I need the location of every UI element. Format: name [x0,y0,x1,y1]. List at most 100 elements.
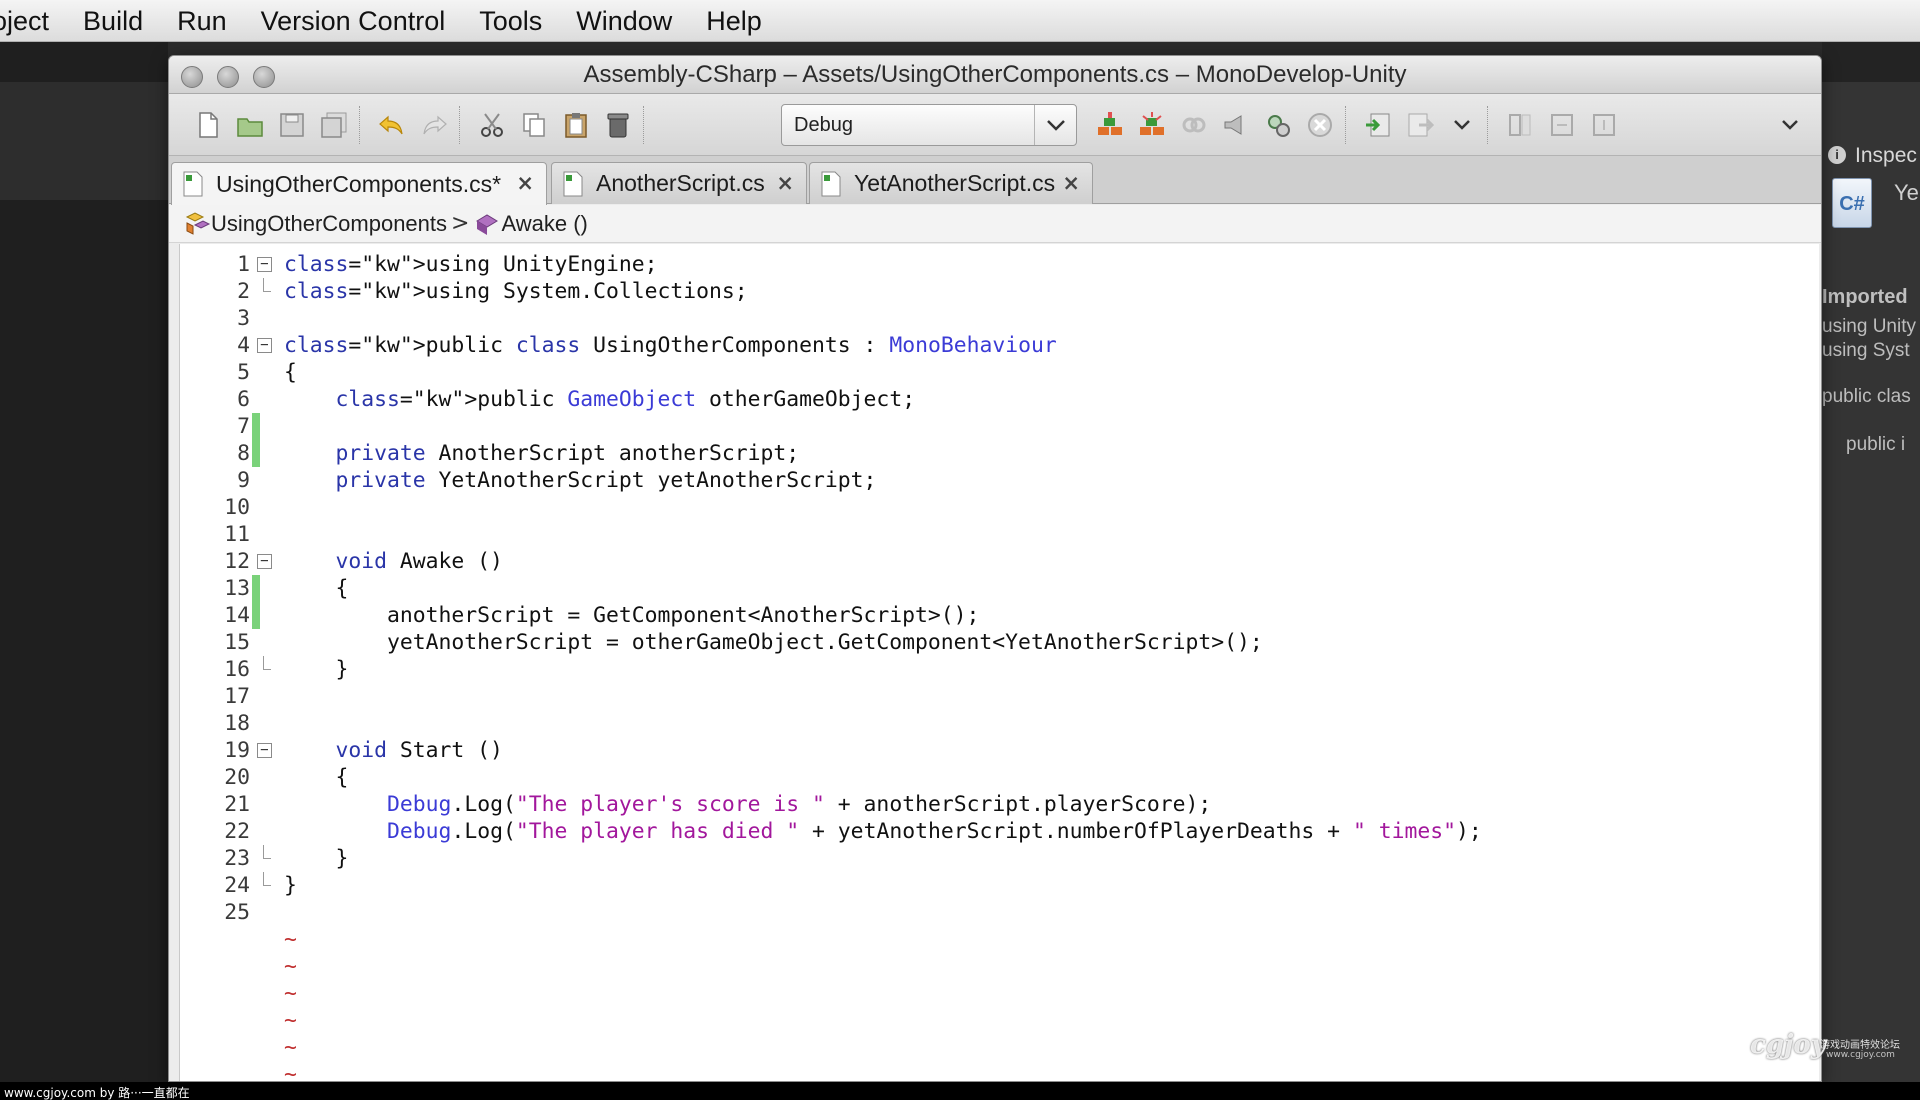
breadcrumb-class[interactable]: UsingOtherComponents [211,211,447,237]
fold-collapse-icon[interactable]: − [257,743,272,758]
menu-help[interactable]: Help [689,0,779,42]
code-line[interactable]: 9 private YetAnotherScript yetAnotherScr… [180,467,1819,494]
inspector-info-icon: i [1828,146,1846,164]
code-line[interactable]: 5{ [180,359,1819,386]
code-line[interactable]: 16 } [180,656,1819,683]
code-line[interactable]: 4− class="kw">public class UsingOtherComp… [180,332,1819,359]
code-line[interactable]: 2 class="kw">using System.Collections; [180,278,1819,305]
tilde-marker: ~ [284,954,297,979]
step-into-button[interactable] [1361,108,1395,142]
code-line[interactable]: 13 { [180,575,1819,602]
tab-yetanotherscript[interactable]: YetAnotherScript.cs × [809,162,1093,204]
code-line[interactable]: 1− class="kw">using UnityEngine; [180,251,1819,278]
save-all-button[interactable] [317,108,351,142]
code-line[interactable]: 23 } [180,845,1819,872]
chevron-down-icon[interactable] [1034,105,1076,145]
rebuild-button[interactable] [1135,108,1169,142]
fold-collapse-icon[interactable]: − [257,338,272,353]
tab-label: UsingOtherComponents.cs* [216,170,502,197]
attach-debugger-button[interactable] [1177,108,1211,142]
empty-line-marker: ~ [180,980,1819,1007]
layout-button-3[interactable] [1587,108,1621,142]
tab-anotherscript[interactable]: AnotherScript.cs × [551,162,807,204]
line-number: 25 [224,900,250,925]
code-line[interactable]: 18 [180,710,1819,737]
debug-gears-button[interactable] [1261,108,1295,142]
stop-button[interactable] [1303,108,1337,142]
code-line[interactable]: 12− void Awake () [180,548,1819,575]
delete-button[interactable] [601,108,635,142]
redo-button[interactable] [417,108,451,142]
code-line[interactable]: 24} [180,872,1819,899]
modified-line-marker [252,440,260,467]
code-line[interactable]: 8 private AnotherScript anotherScript; [180,440,1819,467]
more-dropdown-button[interactable] [1445,108,1479,142]
toolbar-separator [1345,106,1347,144]
inspector-tab-label[interactable]: Inspec [1855,144,1917,168]
scissors-icon [481,113,503,137]
line-number: 24 [224,873,250,898]
code-line[interactable]: 25 [180,899,1819,926]
open-file-button[interactable] [233,108,267,142]
run-target-button[interactable] [1219,108,1253,142]
close-tab-icon[interactable]: × [1062,171,1080,195]
redo-icon [423,115,447,135]
menu-window[interactable]: Window [559,0,689,42]
paste-button[interactable] [559,108,593,142]
code-editor[interactable]: 1− class="kw">using UnityEngine; 2 class="k… [179,244,1819,1081]
undo-icon [379,115,403,135]
menu-version-control[interactable]: Version Control [244,0,463,42]
close-tab-icon[interactable]: × [776,171,794,195]
code-line[interactable]: 10 [180,494,1819,521]
code-line[interactable]: 3 [180,305,1819,332]
save-button[interactable] [275,108,309,142]
line-number: 10 [224,495,250,520]
watermark-subtitle: 游戏动画特效论坛 [1820,1040,1900,1051]
code-line[interactable]: 11 [180,521,1819,548]
line-number: 20 [224,765,250,790]
code-text: class="kw">using System.Collections; [284,279,748,304]
build-configuration-select[interactable]: Debug [781,104,1077,146]
menu-build[interactable]: Build [66,0,160,42]
code-line[interactable]: 14 anotherScript = GetComponent<AnotherS… [180,602,1819,629]
menu-project[interactable]: oject [0,0,66,42]
window-layout-icon [1593,114,1615,136]
code-line[interactable]: 19− void Start () [180,737,1819,764]
undo-button[interactable] [375,108,409,142]
layout-button-2[interactable] [1545,108,1579,142]
code-text: { [284,765,349,790]
layout-button-1[interactable] [1503,108,1537,142]
breadcrumb-method[interactable]: Awake () [501,211,587,237]
code-text: private YetAnotherScript yetAnotherScrip… [335,468,877,493]
line-number: 18 [224,711,250,736]
step-out-button[interactable] [1403,108,1437,142]
fold-collapse-icon[interactable]: − [257,257,272,272]
code-line[interactable]: 6 class="kw">public GameObject otherGame… [180,386,1819,413]
tab-usingothercomponents[interactable]: UsingOtherComponents.cs* × [171,162,547,205]
tab-label: YetAnotherScript.cs [854,170,1056,196]
csharp-file-icon: C# [1832,178,1872,228]
method-icon [476,213,499,235]
code-line[interactable]: 15 yetAnotherScript = otherGameObject.Ge… [180,629,1819,656]
code-line[interactable]: 21 Debug.Log("The player's score is " + … [180,791,1819,818]
line-number: 8 [237,441,250,466]
stop-icon [1308,113,1332,137]
fold-end-marker [263,656,271,670]
code-line[interactable]: 17 [180,683,1819,710]
code-line[interactable]: 22 Debug.Log("The player has died " + ye… [180,818,1819,845]
csharp-file-icon [183,171,203,197]
inspector-preview-line: using Syst [1822,340,1910,361]
menu-tools[interactable]: Tools [462,0,559,42]
export-arrow-icon [1408,113,1435,137]
fold-collapse-icon[interactable]: − [257,554,272,569]
menu-run[interactable]: Run [160,0,244,42]
build-button[interactable] [1093,108,1127,142]
cut-button[interactable] [475,108,509,142]
toolbar-overflow-button[interactable] [1773,108,1807,142]
breadcrumb: UsingOtherComponents > Awake () [169,205,1821,243]
code-line[interactable]: 20 { [180,764,1819,791]
new-file-button[interactable] [191,108,225,142]
copy-button[interactable] [517,108,551,142]
code-line[interactable]: 7 [180,413,1819,440]
close-tab-icon[interactable]: × [516,171,534,195]
